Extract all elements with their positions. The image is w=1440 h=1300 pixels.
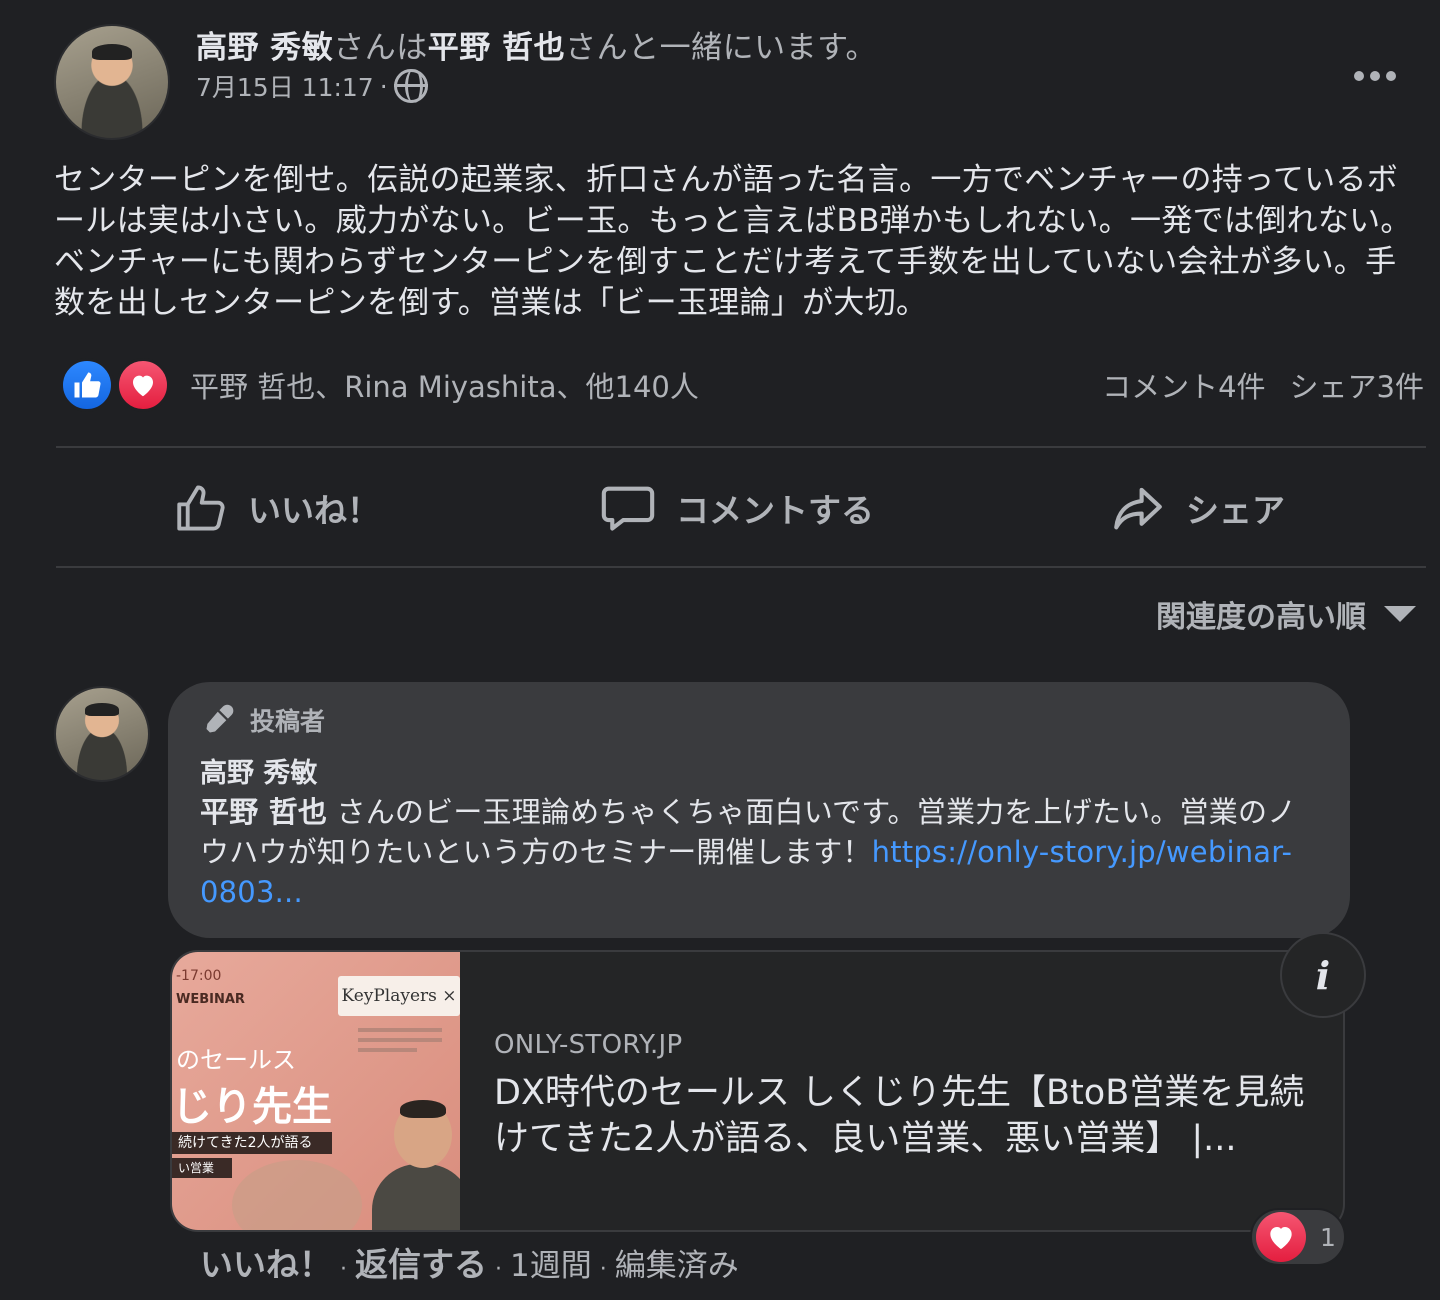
info-icon: i <box>1315 952 1331 998</box>
with-prefix: さんは <box>333 30 428 66</box>
caret-down-icon <box>1384 606 1416 622</box>
separator: · <box>495 1257 502 1282</box>
thumbnail-webinar: WEBINAR <box>176 992 245 1007</box>
share-button-label: シェア <box>1186 491 1285 530</box>
meta-separator: · <box>379 71 388 101</box>
comment-button-label: コメントする <box>676 491 874 530</box>
comment-reply-button[interactable]: 返信する <box>355 1238 487 1286</box>
comment-author-name[interactable]: 高野 秀敏 <box>200 756 1318 792</box>
comment-button[interactable]: コメントする <box>598 470 874 546</box>
divider <box>56 566 1426 568</box>
share-button[interactable]: シェア <box>1108 470 1285 546</box>
post-options-button[interactable] <box>1340 56 1410 96</box>
thumbnail-line2: じり先生 <box>172 1084 332 1130</box>
globe-icon[interactable] <box>393 69 428 103</box>
like-button-label: いいね！ <box>248 491 380 530</box>
post-author-line: 高野 秀敏さんは平野 哲也さんと一緒にいます。 <box>196 22 877 67</box>
thumbnail-time: -17:00 <box>176 968 222 984</box>
author-badge: 投稿者 <box>200 702 1318 738</box>
thumbnail-line4: い営業 <box>172 1158 232 1178</box>
thumbnail-person <box>372 1100 460 1230</box>
share-count[interactable]: シェア3件 <box>1290 364 1424 406</box>
reaction-names[interactable]: 平野 哲也、Rina Miyashita、他140人 <box>190 364 699 406</box>
comment-sort-dropdown[interactable]: 関連度の高い順 <box>1156 592 1416 636</box>
engagement-counts: コメント4件 シェア3件 <box>1102 364 1424 406</box>
post-timestamp[interactable]: 7月15日 11:17 <box>196 68 374 104</box>
link-preview-card[interactable]: -17:00 WEBINAR KeyPlayers × のセールス じり先生 続… <box>170 950 1345 1232</box>
tagged-person-name[interactable]: 平野 哲也 <box>428 30 565 66</box>
comment-like-button[interactable]: いいね！ <box>200 1238 332 1286</box>
sort-label: 関連度の高い順 <box>1156 600 1366 635</box>
comment-time[interactable]: 1週間 <box>510 1240 592 1285</box>
more-dot-icon <box>1354 71 1364 81</box>
comment-edited[interactable]: 編集済み <box>615 1240 739 1285</box>
comment-bubble: 投稿者 高野 秀敏 平野 哲也 さんのビー玉理論めちゃくちゃ面白いです。営業力を… <box>168 682 1350 938</box>
like-reaction-icon <box>60 358 114 412</box>
post-author-name[interactable]: 高野 秀敏 <box>196 30 333 66</box>
author-avatar[interactable] <box>54 24 170 140</box>
link-info-button[interactable]: i <box>1280 932 1366 1018</box>
love-reaction-icon <box>1256 1212 1306 1262</box>
with-suffix: さんと一緒にいます。 <box>565 30 877 66</box>
comment-icon <box>601 486 655 531</box>
reaction-icons[interactable] <box>60 356 170 414</box>
thumbnail-line3: 続けてきた2人が語る <box>172 1132 332 1154</box>
link-preview-thumbnail: -17:00 WEBINAR KeyPlayers × のセールス じり先生 続… <box>172 952 460 1230</box>
divider <box>56 446 1426 448</box>
more-dot-icon <box>1370 71 1380 81</box>
comment-reaction-count[interactable]: 1 <box>1250 1208 1346 1266</box>
thumbnail-line1: のセールス <box>176 1046 296 1074</box>
thumbnail-small-text <box>358 1022 442 1072</box>
love-reaction-icon <box>116 358 170 412</box>
share-arrow-icon <box>1114 487 1162 530</box>
author-badge-label: 投稿者 <box>250 707 326 736</box>
post-body-text: センターピンを倒せ。伝説の起業家、折口さんが語った名言。一方でベンチャーの持って… <box>54 162 1412 321</box>
thumbs-up-icon <box>177 485 225 531</box>
commenter-avatar[interactable] <box>54 686 150 782</box>
separator: · <box>599 1257 607 1282</box>
comment-count[interactable]: コメント4件 <box>1102 364 1265 406</box>
more-dot-icon <box>1386 71 1396 81</box>
comment-actions: いいね！ · 返信する · 1週間 · 編集済み <box>200 1238 739 1286</box>
thumbnail-handshake <box>232 1160 362 1230</box>
comment-text: 平野 哲也 さんのビー玉理論めちゃくちゃ面白いです。営業力を上げたい。営業のノウ… <box>200 792 1318 912</box>
comment-mention[interactable]: 平野 哲也 <box>200 795 327 829</box>
post-meta: 7月15日 11:17 · <box>196 68 428 104</box>
link-title[interactable]: DX時代のセールス しくじり先生【BtoB営業を見続けてきた2人が語る、良い営業… <box>494 1070 1324 1162</box>
microphone-icon <box>206 704 234 733</box>
thumbnail-logo: KeyPlayers × <box>338 976 460 1016</box>
link-site-name: ONLY-STORY.JP <box>494 1030 683 1060</box>
like-button[interactable]: いいね！ <box>172 470 380 546</box>
reaction-count-number: 1 <box>1320 1222 1336 1252</box>
separator: · <box>340 1257 347 1282</box>
